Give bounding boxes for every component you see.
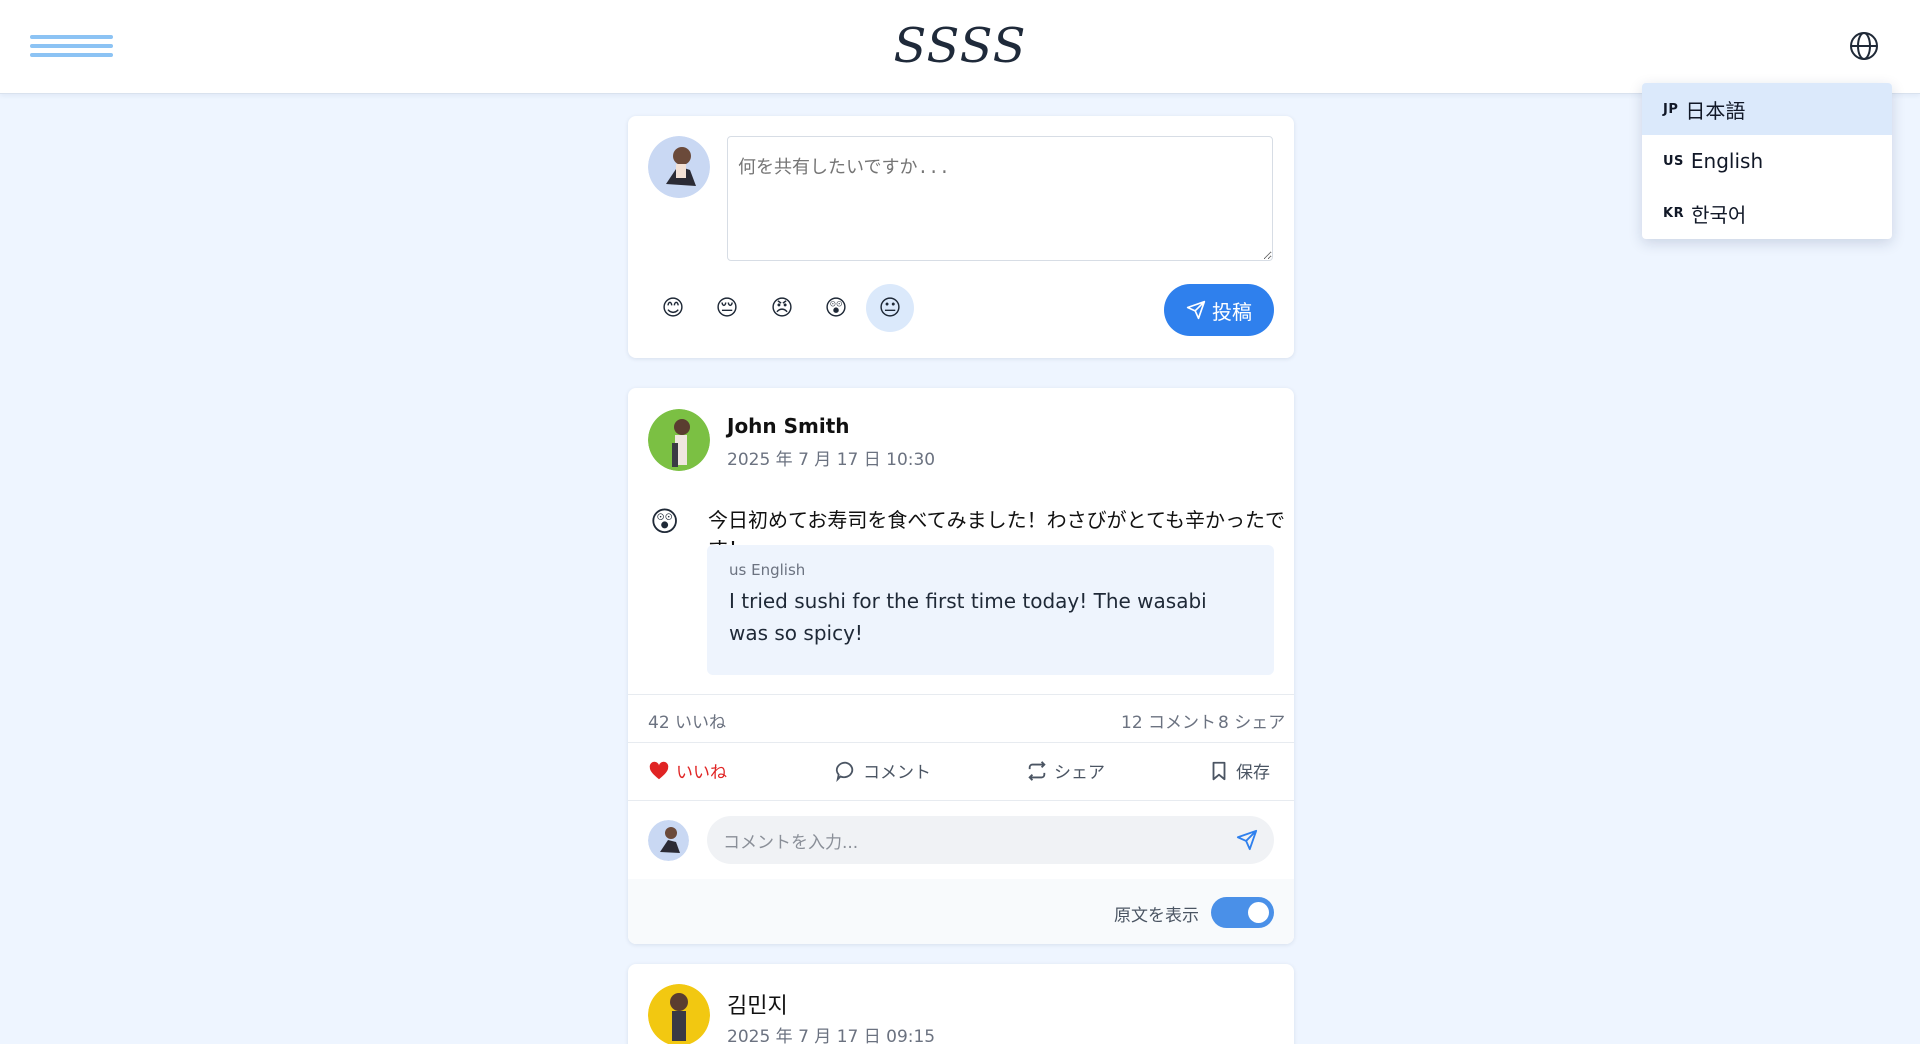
comment-count[interactable]: 12 コメント <box>1121 708 1216 733</box>
post-composer: 😊 😔 😠 😲 😐 投稿 <box>628 116 1294 358</box>
divider <box>628 694 1294 695</box>
flag-us-icon: US <box>1663 153 1684 169</box>
author-avatar[interactable] <box>648 409 710 471</box>
surprised-emoji-icon: 😲 <box>650 505 680 538</box>
send-icon <box>1186 300 1206 320</box>
comment-button[interactable]: コメント <box>835 758 931 783</box>
language-dropdown: JP 日本語 US English KR 한국어 <box>1642 83 1892 239</box>
flag-kr-icon: KR <box>1663 205 1685 221</box>
like-button[interactable]: いいね <box>648 758 727 783</box>
post-text-input[interactable] <box>727 136 1273 261</box>
share-count[interactable]: 8 シェア <box>1218 708 1285 733</box>
post-footer: 原文を表示 <box>628 879 1294 944</box>
show-original-toggle[interactable] <box>1211 897 1274 928</box>
comment-input[interactable]: コメントを入力... <box>707 816 1274 864</box>
language-label: English <box>1690 149 1764 173</box>
app-logo[interactable]: SSSS <box>0 18 1920 74</box>
flag-jp-icon: JP <box>1663 101 1679 117</box>
mood-emoji-sad[interactable]: 😔 <box>703 284 751 332</box>
translation-language: US English <box>729 561 806 579</box>
language-option-japanese[interactable]: JP 日本語 <box>1642 83 1892 135</box>
user-avatar[interactable] <box>648 136 710 198</box>
author-name[interactable]: 김민지 <box>727 988 788 1020</box>
commenter-avatar[interactable] <box>648 820 689 861</box>
comment-bubble-icon <box>835 761 854 782</box>
repost-icon <box>1028 760 1046 781</box>
like-count[interactable]: 42 いいね <box>648 708 726 733</box>
mood-emoji-angry[interactable]: 😠 <box>758 284 806 332</box>
mood-emoji-happy[interactable]: 😊 <box>649 284 697 332</box>
post-card: 김민지 2025 年 7 月 17 日 09:15 <box>628 964 1294 1044</box>
mood-emoji-surprised[interactable]: 😲 <box>812 284 860 332</box>
post-button[interactable]: 投稿 <box>1164 284 1274 336</box>
language-option-korean[interactable]: KR 한국어 <box>1642 187 1892 239</box>
language-label: 日本語 <box>1685 98 1746 123</box>
bookmark-icon <box>1212 761 1226 780</box>
language-option-english[interactable]: US English <box>1642 135 1892 187</box>
toggle-knob <box>1248 902 1269 923</box>
translation-text: I tried sushi for the first time today! … <box>729 589 1207 645</box>
language-label: 한국어 <box>1691 202 1747 227</box>
show-original-label: 原文を表示 <box>1114 906 1199 926</box>
save-button[interactable]: 保存 <box>1208 758 1270 783</box>
divider <box>628 800 1294 801</box>
post-card: John Smith 2025 年 7 月 17 日 10:30 😲 今日初めて… <box>628 388 1294 944</box>
translation-box: US English I tried sushi for the first t… <box>707 545 1274 675</box>
divider <box>628 742 1294 743</box>
author-avatar[interactable] <box>648 984 710 1044</box>
post-timestamp: 2025 年 7 月 17 日 09:15 <box>727 1027 936 1044</box>
share-button[interactable]: シェア <box>1026 758 1105 783</box>
top-navigation-bar: SSSS <box>0 0 1920 94</box>
globe-icon[interactable] <box>1848 30 1880 62</box>
author-name[interactable]: John Smith <box>727 414 850 438</box>
send-comment-icon[interactable] <box>1236 829 1258 851</box>
heart-icon <box>649 761 669 779</box>
post-timestamp: 2025 年 7 月 17 日 10:30 <box>727 450 936 470</box>
mood-emoji-neutral[interactable]: 😐 <box>866 284 914 332</box>
